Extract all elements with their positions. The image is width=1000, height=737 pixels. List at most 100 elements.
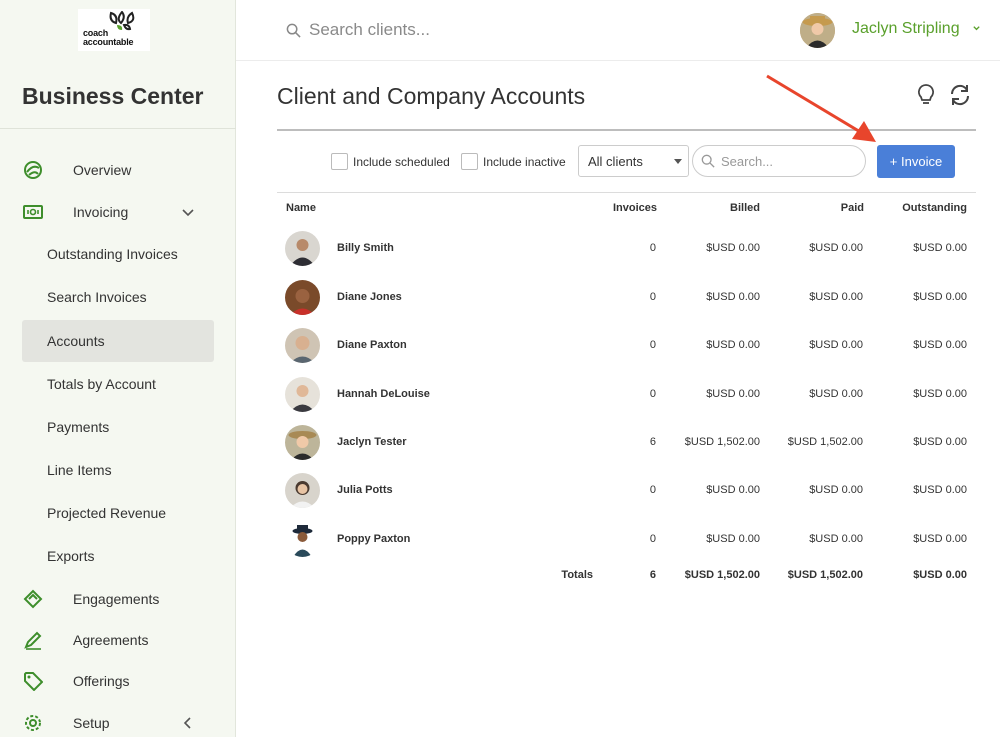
avatar (285, 473, 320, 508)
billed-amount: $USD 0.00 (706, 339, 760, 351)
logo-wordmark: coach accountable (83, 29, 134, 47)
paid-amount: $USD 1,502.00 (787, 436, 863, 448)
outstanding-amount: $USD 0.00 (913, 339, 967, 351)
chevron-left-icon[interactable] (180, 715, 196, 731)
column-header-invoices[interactable]: Invoices (613, 202, 657, 214)
billed-amount: $USD 0.00 (706, 388, 760, 400)
sidebar-item-label: Setup (73, 715, 110, 731)
column-header-outstanding[interactable]: Outstanding (902, 202, 967, 214)
totals-label: Totals (561, 569, 593, 581)
billed-amount: $USD 0.00 (706, 533, 760, 545)
sidebar-item-label: Accounts (47, 333, 105, 349)
total-outstanding: $USD 0.00 (913, 569, 967, 581)
sidebar-item-label: Engagements (73, 591, 160, 607)
client-name[interactable]: Jaclyn Tester (337, 436, 407, 448)
billed-amount: $USD 1,502.00 (684, 436, 760, 448)
table-row[interactable]: Jaclyn Tester 6 $USD 1,502.00 $USD 1,502… (277, 419, 976, 467)
search-placeholder: Search clients... (309, 20, 430, 39)
client-name[interactable]: Hannah DeLouise (337, 388, 430, 400)
invoices-count: 0 (649, 242, 656, 254)
table-row[interactable]: Hannah DeLouise 0 $USD 0.00 $USD 0.00 $U… (277, 371, 976, 419)
client-search[interactable]: Search clients... (286, 20, 430, 40)
sidebar-item-accounts[interactable]: Accounts (22, 320, 214, 362)
gear-icon (22, 712, 44, 734)
sidebar-item-overview[interactable]: Overview (22, 150, 214, 190)
accounts-search-input[interactable]: Search... (692, 145, 866, 177)
paid-amount: $USD 0.00 (809, 242, 863, 254)
sidebar-item-engagements[interactable]: Engagements (22, 579, 214, 619)
refresh-icon[interactable] (948, 83, 972, 107)
filter-divider (277, 192, 976, 193)
sidebar-item-search-invoices[interactable]: Search Invoices (22, 276, 214, 318)
paid-amount: $USD 0.00 (809, 484, 863, 496)
column-header-name[interactable]: Name (286, 202, 316, 214)
client-name[interactable]: Julia Potts (337, 484, 393, 496)
client-filter-select[interactable]: All clients (578, 145, 689, 177)
sidebar-item-label: Payments (47, 419, 110, 435)
invoices-count: 0 (649, 533, 656, 545)
client-filter-value: All clients (588, 153, 643, 169)
sidebar-item-label: Overview (73, 162, 132, 178)
billed-amount: $USD 0.00 (706, 242, 760, 254)
agreements-icon (22, 629, 44, 651)
user-avatar[interactable] (800, 13, 835, 48)
outstanding-amount: $USD 0.00 (913, 291, 967, 303)
sidebar-item-projected-revenue[interactable]: Projected Revenue (22, 492, 214, 534)
sidebar-item-label: Exports (47, 548, 95, 564)
total-invoices: 6 (649, 569, 656, 581)
sidebar-item-payments[interactable]: Payments (22, 406, 214, 448)
title-divider (277, 129, 976, 131)
include-inactive-checkbox[interactable] (461, 153, 478, 170)
paid-amount: $USD 0.00 (809, 533, 863, 545)
top-bar: Search clients... Jaclyn Stripling (236, 0, 1000, 61)
sidebar-item-line-items[interactable]: Line Items (22, 449, 214, 491)
sidebar-item-offerings[interactable]: Offerings (22, 661, 214, 701)
sidebar-item-totals-by-account[interactable]: Totals by Account (22, 363, 214, 405)
leaf-logo-icon (109, 11, 135, 31)
search-placeholder: Search... (721, 153, 774, 169)
client-name[interactable]: Billy Smith (337, 242, 394, 254)
invoices-count: 0 (649, 388, 656, 400)
total-billed: $USD 1,502.00 (684, 569, 760, 581)
sidebar-item-setup[interactable]: Setup (22, 703, 214, 737)
user-name[interactable]: Jaclyn Stripling (852, 20, 960, 38)
client-name[interactable]: Diane Paxton (337, 339, 407, 351)
logo-line-2: accountable (83, 37, 134, 47)
avatar (285, 328, 320, 363)
include-scheduled-checkbox[interactable] (331, 153, 348, 170)
client-name[interactable]: Diane Jones (337, 291, 402, 303)
sidebar-item-exports[interactable]: Exports (22, 535, 214, 577)
billed-amount: $USD 0.00 (706, 484, 760, 496)
engagements-icon (22, 588, 44, 610)
search-icon (286, 23, 301, 38)
sidebar-item-outstanding-invoices[interactable]: Outstanding Invoices (22, 233, 214, 275)
sidebar-divider (0, 128, 236, 129)
lightbulb-icon[interactable] (916, 83, 936, 107)
outstanding-amount: $USD 0.00 (913, 436, 967, 448)
sidebar-item-label: Search Invoices (47, 289, 147, 305)
sidebar-title: Business Center (22, 83, 204, 109)
client-name[interactable]: Poppy Paxton (337, 533, 410, 545)
invoices-count: 0 (649, 484, 656, 496)
table-row[interactable]: Diane Jones 0 $USD 0.00 $USD 0.00 $USD 0… (277, 274, 976, 322)
table-row[interactable]: Diane Paxton 0 $USD 0.00 $USD 0.00 $USD … (277, 322, 976, 370)
chevron-down-icon[interactable] (180, 204, 196, 220)
table-row[interactable]: Billy Smith 0 $USD 0.00 $USD 0.00 $USD 0… (277, 225, 976, 273)
tag-icon (22, 670, 44, 692)
coach-accountable-logo[interactable]: coach accountable (78, 9, 150, 51)
column-header-paid[interactable]: Paid (841, 202, 864, 214)
sidebar-item-agreements[interactable]: Agreements (22, 620, 214, 660)
column-header-billed[interactable]: Billed (730, 202, 760, 214)
add-invoice-button[interactable]: + Invoice (877, 145, 955, 178)
avatar (285, 231, 320, 266)
dropdown-arrow-icon (674, 159, 682, 164)
page-title: Client and Company Accounts (277, 83, 586, 109)
totals-row: Totals 6 $USD 1,502.00 $USD 1,502.00 $US… (277, 552, 976, 600)
table-row[interactable]: Julia Potts 0 $USD 0.00 $USD 0.00 $USD 0… (277, 467, 976, 515)
sidebar-item-label: Totals by Account (47, 376, 156, 392)
chevron-down-icon[interactable] (972, 24, 981, 33)
paid-amount: $USD 0.00 (809, 388, 863, 400)
invoices-count: 0 (649, 339, 656, 351)
sidebar-item-invoicing[interactable]: Invoicing (22, 192, 214, 232)
search-icon (701, 154, 715, 168)
